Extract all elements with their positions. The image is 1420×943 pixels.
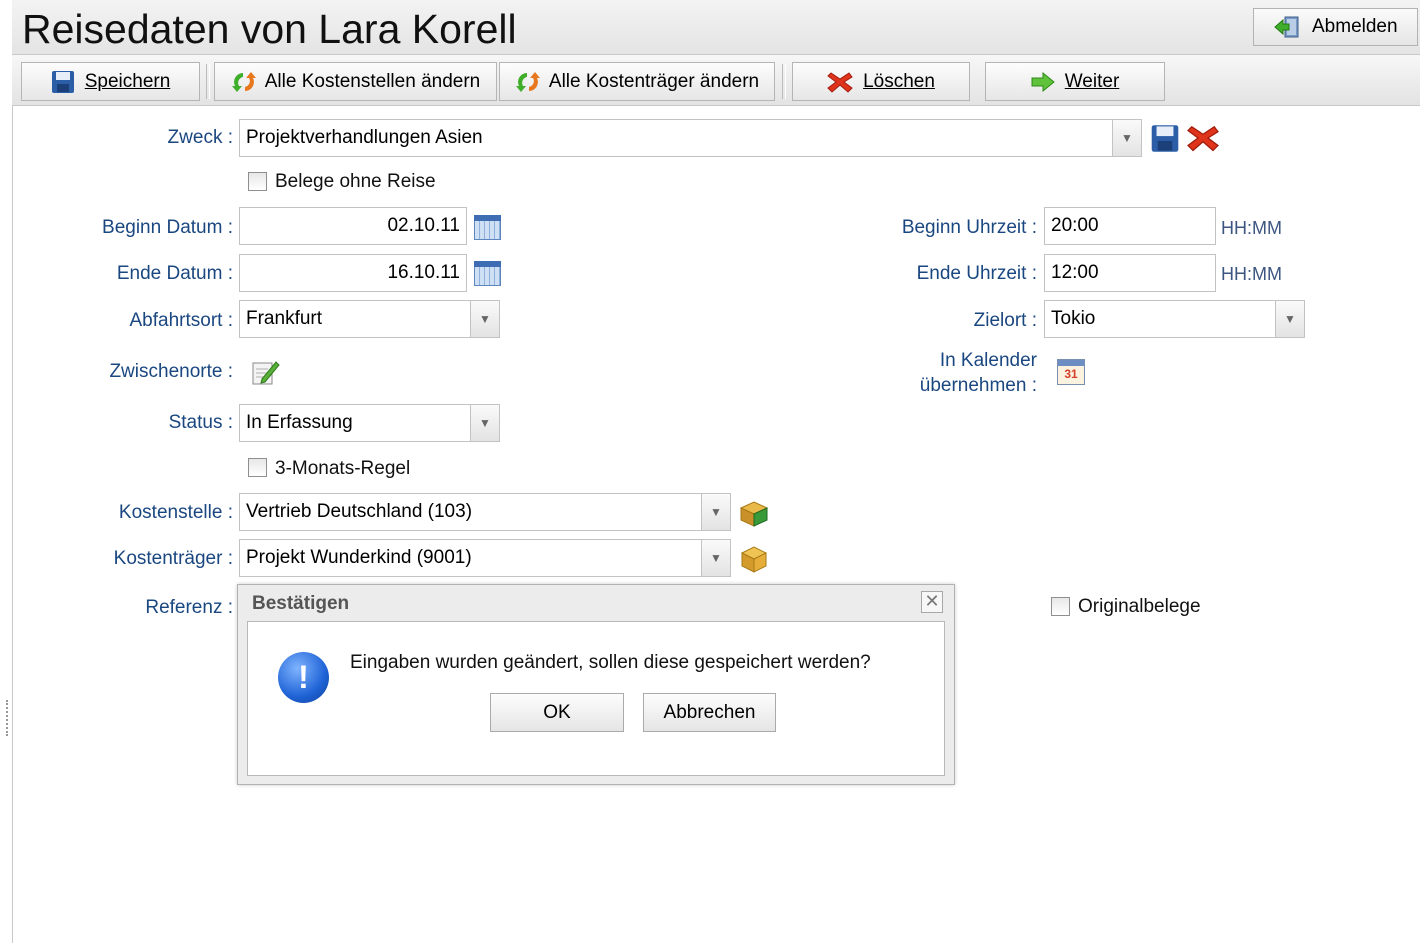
destination-label: Zielort : xyxy=(973,310,1037,331)
refresh-icon xyxy=(515,71,540,92)
departure-label: Abfahrtsort : xyxy=(129,310,234,331)
receipts-without-trip-label: Belege ohne Reise xyxy=(275,171,436,192)
time-format-hint: HH:MM xyxy=(1221,264,1282,284)
calendar-transfer-label: In Kalender übernehmen : xyxy=(880,348,1037,398)
chevron-down-icon[interactable]: ▼ xyxy=(1275,300,1305,338)
delete-icon[interactable] xyxy=(1186,123,1220,153)
departure-input[interactable]: Frankfurt xyxy=(239,300,471,338)
cost-center-input[interactable]: Vertrieb Deutschland (103) xyxy=(239,493,702,531)
logout-label: Abmelden xyxy=(1312,16,1398,37)
status-input[interactable]: In Erfassung xyxy=(239,404,471,442)
resize-grip[interactable] xyxy=(6,700,11,736)
page-title: Reisedaten von Lara Korell xyxy=(22,6,517,52)
end-date-label: Ende Datum : xyxy=(116,263,233,284)
original-receipts-label: Originalbelege xyxy=(1078,596,1201,617)
delete-button[interactable]: Löschen xyxy=(792,62,970,101)
change-all-cost-centers-label: Alle Kostenstellen ändern xyxy=(264,70,481,92)
change-all-cost-units-label: Alle Kostenträger ändern xyxy=(548,70,760,92)
info-icon: ! xyxy=(278,652,329,703)
calendar-icon[interactable] xyxy=(474,215,501,240)
calendar-day-number: 31 xyxy=(1064,367,1078,381)
cost-unit-input[interactable]: Projekt Wunderkind (9001) xyxy=(239,539,702,577)
dialog-message: Eingaben wurden geändert, sollen diese g… xyxy=(350,652,871,673)
logout-button[interactable]: Abmelden xyxy=(1253,8,1418,46)
chevron-down-icon[interactable]: ▼ xyxy=(1112,119,1142,157)
start-time-label: Beginn Uhrzeit : xyxy=(901,217,1037,238)
save-icon xyxy=(51,70,74,93)
calendar-day-icon[interactable]: 31 xyxy=(1057,359,1085,385)
time-format-hint: HH:MM xyxy=(1221,218,1282,238)
receipts-without-trip-checkbox[interactable] xyxy=(248,172,267,191)
status-label: Status : xyxy=(168,412,233,433)
ok-label: OK xyxy=(543,701,571,723)
chevron-down-icon[interactable]: ▼ xyxy=(470,404,500,442)
reference-label: Referenz : xyxy=(145,597,233,618)
end-time-label: Ende Uhrzeit : xyxy=(916,263,1037,284)
purpose-label: Zweck : xyxy=(167,127,233,148)
panel-border xyxy=(12,105,13,943)
save-icon[interactable] xyxy=(1150,124,1180,153)
start-time-input[interactable]: 20:00 xyxy=(1044,207,1216,245)
save-button[interactable]: Speichern xyxy=(21,62,200,101)
edit-icon[interactable] xyxy=(250,357,280,387)
change-all-cost-centers-button[interactable]: Alle Kostenstellen ändern xyxy=(214,62,497,101)
original-receipts-checkbox[interactable] xyxy=(1051,597,1070,616)
calendar-icon[interactable] xyxy=(474,261,501,286)
save-label: Speichern xyxy=(84,70,171,92)
cancel-button[interactable]: Abbrechen xyxy=(643,693,776,732)
dialog-title: Bestätigen xyxy=(252,593,350,614)
end-date-input[interactable]: 16.10.11 xyxy=(239,254,467,292)
destination-input[interactable]: Tokio xyxy=(1044,300,1276,338)
chevron-down-icon[interactable]: ▼ xyxy=(701,493,731,531)
end-time-input[interactable]: 12:00 xyxy=(1044,254,1216,292)
ok-button[interactable]: OK xyxy=(490,693,624,732)
calendar-transfer-label-line2: übernehmen : xyxy=(919,375,1037,396)
next-label: Weiter xyxy=(1064,70,1120,92)
cost-center-label: Kostenstelle : xyxy=(118,502,233,523)
chevron-down-icon[interactable]: ▼ xyxy=(701,539,731,577)
arrow-right-icon xyxy=(1031,71,1055,92)
start-date-input[interactable]: 02.10.11 xyxy=(239,207,467,245)
cost-unit-label: Kostenträger : xyxy=(113,548,233,569)
calendar-transfer-label-line1: In Kalender xyxy=(939,350,1037,371)
start-date-label: Beginn Datum : xyxy=(102,217,233,238)
three-month-rule-label: 3-Monats-Regel xyxy=(275,458,411,479)
refresh-icon xyxy=(231,71,256,92)
change-all-cost-units-button[interactable]: Alle Kostenträger ändern xyxy=(499,62,775,101)
delete-label: Löschen xyxy=(863,70,935,92)
close-icon[interactable]: ✕ xyxy=(921,591,943,613)
cost-unit-picker-icon[interactable] xyxy=(738,544,770,574)
toolbar-separator xyxy=(782,64,786,99)
chevron-down-icon[interactable]: ▼ xyxy=(470,300,500,338)
cancel-label: Abbrechen xyxy=(663,701,756,723)
next-button[interactable]: Weiter xyxy=(985,62,1165,101)
toolbar-separator xyxy=(206,64,210,99)
delete-icon xyxy=(827,71,853,93)
cost-center-picker-icon[interactable] xyxy=(738,498,770,528)
stopovers-label: Zwischenorte : xyxy=(109,361,233,382)
logout-icon xyxy=(1274,16,1299,38)
three-month-rule-checkbox[interactable] xyxy=(248,458,267,477)
purpose-input[interactable]: Projektverhandlungen Asien xyxy=(239,119,1113,157)
